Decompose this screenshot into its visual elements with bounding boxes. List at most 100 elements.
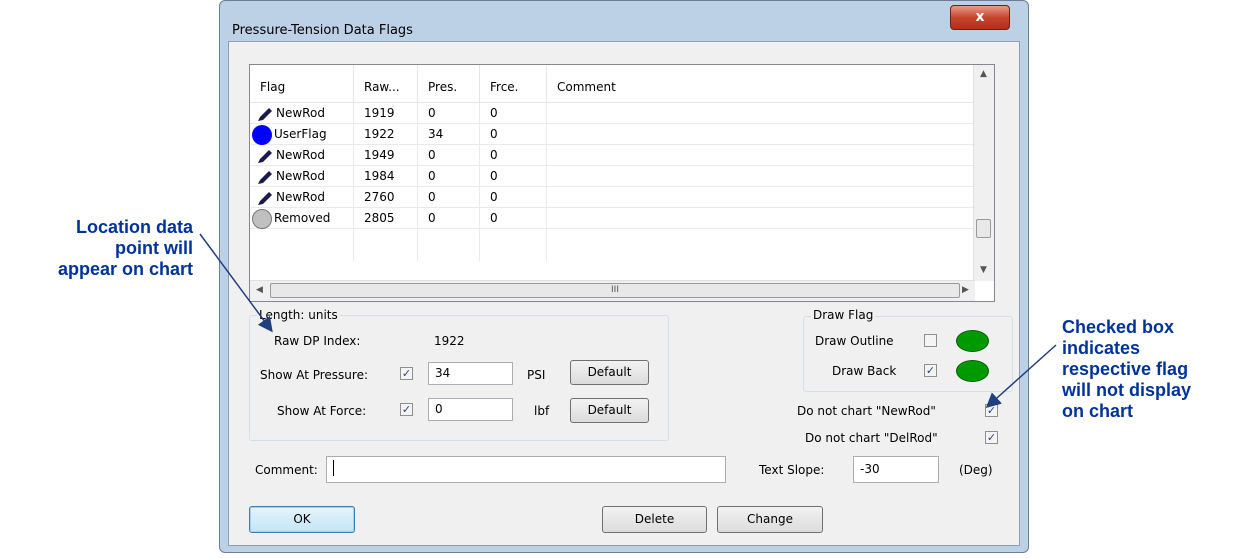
scroll-left-icon[interactable]: ◀ — [256, 285, 263, 295]
comment-cell — [557, 208, 975, 229]
force-default-button[interactable]: Default — [570, 398, 649, 423]
flag-cell: NewRod — [250, 166, 354, 187]
annotation-line: on chart — [1062, 401, 1134, 421]
annotation-checkbox-note: Checked box indicates respective flag wi… — [1062, 317, 1242, 422]
draw-outline-label: Draw Outline — [815, 334, 894, 348]
empty-cell — [250, 229, 354, 261]
column-header-raw[interactable]: Raw... — [354, 65, 418, 102]
empty-cell — [480, 229, 547, 261]
vertical-scrollbar[interactable]: ▲ ▼ — [973, 65, 994, 281]
column-header-flag[interactable]: Flag — [250, 65, 354, 102]
raw-cell: 1984 — [364, 166, 418, 187]
dialog-title: Pressure-Tension Data Flags — [232, 23, 413, 38]
show-at-pressure-checkbox[interactable]: ✓ — [400, 367, 413, 380]
text-cursor — [333, 459, 334, 476]
flag-name: NewRod — [276, 106, 325, 120]
pressure-default-button[interactable]: Default — [570, 360, 649, 385]
flag-cell: Removed — [250, 208, 354, 229]
frce-cell: 0 — [490, 208, 547, 229]
close-button[interactable]: x — [950, 5, 1010, 30]
pres-cell: 34 — [428, 124, 480, 145]
annotation-line: Checked box — [1062, 317, 1175, 337]
comment-cell — [557, 187, 975, 208]
flag-name: NewRod — [276, 148, 325, 162]
length-group-label: Length: units — [257, 308, 340, 322]
comment-cell — [557, 166, 975, 187]
draw-outline-checkbox[interactable] — [924, 334, 937, 347]
flag-cell: UserFlag — [250, 124, 354, 145]
flag-name: NewRod — [276, 169, 325, 183]
pressure-unit: PSI — [527, 368, 546, 382]
change-button[interactable]: Change — [717, 506, 823, 533]
annotation-location-note: Location data point will appear on chart — [30, 217, 193, 280]
force-unit: lbf — [534, 404, 550, 418]
pres-cell: 0 — [428, 145, 480, 166]
column-header-comment[interactable]: Comment — [547, 65, 975, 102]
table-row[interactable]: UserFlag 1922 34 0 — [250, 124, 975, 145]
comment-cell — [557, 103, 975, 124]
scroll-down-icon[interactable]: ▼ — [980, 265, 987, 275]
force-input[interactable]: 0 — [428, 398, 513, 421]
raw-cell: 1919 — [364, 103, 418, 124]
table-row[interactable]: NewRod 1949 0 0 — [250, 145, 975, 166]
text-slope-unit: (Deg) — [959, 463, 993, 477]
draw-flag-group-label: Draw Flag — [811, 308, 876, 322]
show-at-pressure-label: Show At Pressure: — [260, 368, 368, 382]
comment-label: Comment: — [255, 463, 318, 477]
comment-input[interactable] — [326, 456, 726, 483]
grip-icon: III — [611, 285, 619, 295]
do-not-chart-delrod-checkbox[interactable]: ✓ — [985, 431, 998, 444]
flag-name: Removed — [274, 211, 331, 225]
flag-cell: NewRod — [250, 187, 354, 208]
pres-cell: 0 — [428, 166, 480, 187]
show-at-force-checkbox[interactable]: ✓ — [400, 403, 413, 416]
frce-cell: 0 — [490, 187, 547, 208]
horizontal-scrollbar[interactable]: ◀ III ▶ — [250, 280, 975, 301]
show-at-force-label: Show At Force: — [277, 404, 367, 418]
do-not-chart-newrod-checkbox[interactable]: ✓ — [985, 404, 998, 417]
table-row[interactable]: NewRod 1984 0 0 — [250, 166, 975, 187]
pen-icon — [258, 107, 272, 121]
pen-icon — [258, 191, 272, 205]
blue-circle-icon — [252, 124, 272, 145]
table-row[interactable]: NewRod 2760 0 0 — [250, 187, 975, 208]
frce-cell: 0 — [490, 103, 547, 124]
scroll-up-icon[interactable]: ▲ — [980, 69, 987, 79]
frce-cell: 0 — [490, 166, 547, 187]
gray-circle-icon — [252, 208, 272, 229]
annotation-line: Location data — [75, 217, 193, 237]
flags-table[interactable]: Flag Raw... Pres. Frce. Comment NewRod 1… — [249, 64, 995, 302]
title-bar[interactable]: Pressure-Tension Data Flags x — [220, 1, 1028, 38]
flag-cell: NewRod — [250, 103, 354, 124]
pressure-input[interactable]: 34 — [428, 362, 513, 385]
draw-back-label: Draw Back — [832, 364, 897, 378]
draw-back-checkbox[interactable]: ✓ — [924, 364, 937, 377]
annotation-line: appear on chart — [57, 259, 193, 279]
table-row[interactable]: Removed 2805 0 0 — [250, 208, 975, 229]
close-icon: x — [975, 9, 985, 25]
back-color-swatch[interactable] — [956, 360, 989, 382]
column-header-frce[interactable]: Frce. — [480, 65, 547, 102]
raw-dp-index-label: Raw DP Index: — [274, 334, 361, 348]
text-slope-label: Text Slope: — [759, 463, 825, 477]
do-not-chart-newrod-label: Do not chart "NewRod" — [797, 404, 936, 418]
draw-flag-group — [803, 316, 1013, 392]
dialog-client-area: Flag Raw... Pres. Frce. Comment NewRod 1… — [228, 41, 1020, 546]
flag-name: NewRod — [276, 190, 325, 204]
column-header-pres[interactable]: Pres. — [418, 65, 480, 102]
outline-color-swatch[interactable] — [956, 330, 989, 352]
table-row[interactable]: NewRod 1919 0 0 — [250, 103, 975, 124]
raw-cell: 1922 — [364, 124, 418, 145]
horizontal-scroll-thumb[interactable]: III — [270, 283, 960, 298]
scroll-right-icon[interactable]: ▶ — [962, 285, 969, 295]
ok-button[interactable]: OK — [249, 506, 355, 533]
pres-cell: 0 — [428, 103, 480, 124]
delete-button[interactable]: Delete — [602, 506, 707, 533]
do-not-chart-delrod-label: Do not chart "DelRod" — [805, 431, 938, 445]
annotation-line: will not display — [1062, 380, 1192, 400]
pres-cell: 0 — [428, 208, 480, 229]
flag-name: UserFlag — [274, 127, 327, 141]
text-slope-input[interactable]: -30 — [853, 456, 939, 483]
frce-cell: 0 — [490, 145, 547, 166]
vertical-scroll-thumb[interactable] — [976, 219, 991, 238]
